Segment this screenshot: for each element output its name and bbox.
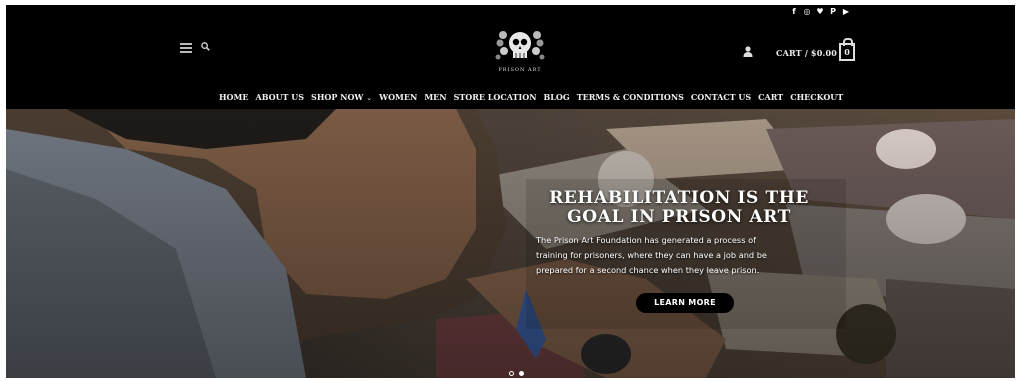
hamburger-menu-icon[interactable]	[180, 43, 192, 53]
nav-item-shop-now[interactable]: SHOP NOW ⌄	[311, 92, 372, 102]
learn-more-button[interactable]: LEARN MORE	[636, 293, 734, 313]
slider-dot-2[interactable]	[519, 371, 524, 376]
chevron-down-icon: ⌄	[366, 94, 373, 102]
instagram-icon[interactable]: ◎	[803, 8, 811, 16]
nav-item-terms[interactable]: TERMS & CONDITIONS	[577, 92, 684, 102]
nav-item-women[interactable]: WOMEN	[379, 92, 417, 102]
youtube-icon[interactable]: ▶	[842, 8, 850, 16]
hero-background-image	[6, 109, 1015, 378]
nav-item-store-location[interactable]: STORE LOCATION	[454, 92, 537, 102]
pinterest-icon[interactable]: P	[829, 8, 837, 16]
nav-item-home[interactable]: HOME	[219, 92, 248, 102]
cart-count-icon[interactable]: 0	[839, 43, 855, 61]
twitter-icon[interactable]: ♥	[816, 8, 824, 16]
slider-dot-1[interactable]	[509, 371, 514, 376]
hero-description-line2: training for prisoners, where they can h…	[536, 250, 767, 260]
slider-dots	[509, 371, 524, 376]
nav-item-men[interactable]: MEN	[424, 92, 446, 102]
hero-title-line1: REHABILITATION IS THE	[549, 188, 809, 208]
nav-item-about-us[interactable]: ABOUT US	[255, 92, 304, 102]
account-icon[interactable]	[743, 46, 753, 57]
nav-item-cart[interactable]: CART	[758, 92, 783, 102]
skull-logo-icon	[495, 31, 545, 60]
hero-slider: REHABILITATION IS THE GOAL IN PRISON ART…	[6, 109, 1015, 378]
search-icon[interactable]	[201, 42, 210, 51]
hero-title-line2: GOAL IN PRISON ART	[567, 207, 791, 227]
nav-item-checkout[interactable]: CHECKOUT	[790, 92, 843, 102]
facebook-icon[interactable]: f	[790, 8, 798, 16]
cart-link[interactable]: CART / $0.00	[776, 48, 837, 58]
hero-description-line1: The Prison Art Foundation has generated …	[536, 235, 756, 245]
site-logo[interactable]: PRISON ART	[490, 23, 550, 81]
nav-item-blog[interactable]: BLOG	[544, 92, 570, 102]
nav-item-contact-us[interactable]: CONTACT US	[691, 92, 751, 102]
social-links: f ◎ ♥ P ▶	[790, 8, 850, 16]
logo-text: PRISON ART	[498, 67, 542, 73]
hero-description: The Prison Art Foundation has generated …	[536, 233, 826, 278]
site-header: PRISON ART CART / $0.00 0	[6, 21, 1015, 83]
main-navigation: HOME ABOUT US SHOP NOW ⌄ WOMEN MEN STORE…	[6, 83, 1015, 109]
nav-item-shop-now-label: SHOP NOW	[311, 92, 364, 102]
hero-description-line3: prepared for a second chance when they l…	[536, 265, 760, 275]
page-frame: f ◎ ♥ P ▶ PRISON ART CART / $0.00 0 HOME…	[6, 5, 1015, 378]
top-bar: f ◎ ♥ P ▶	[6, 5, 1015, 21]
hero-title: REHABILITATION IS THE GOAL IN PRISON ART	[534, 189, 824, 227]
